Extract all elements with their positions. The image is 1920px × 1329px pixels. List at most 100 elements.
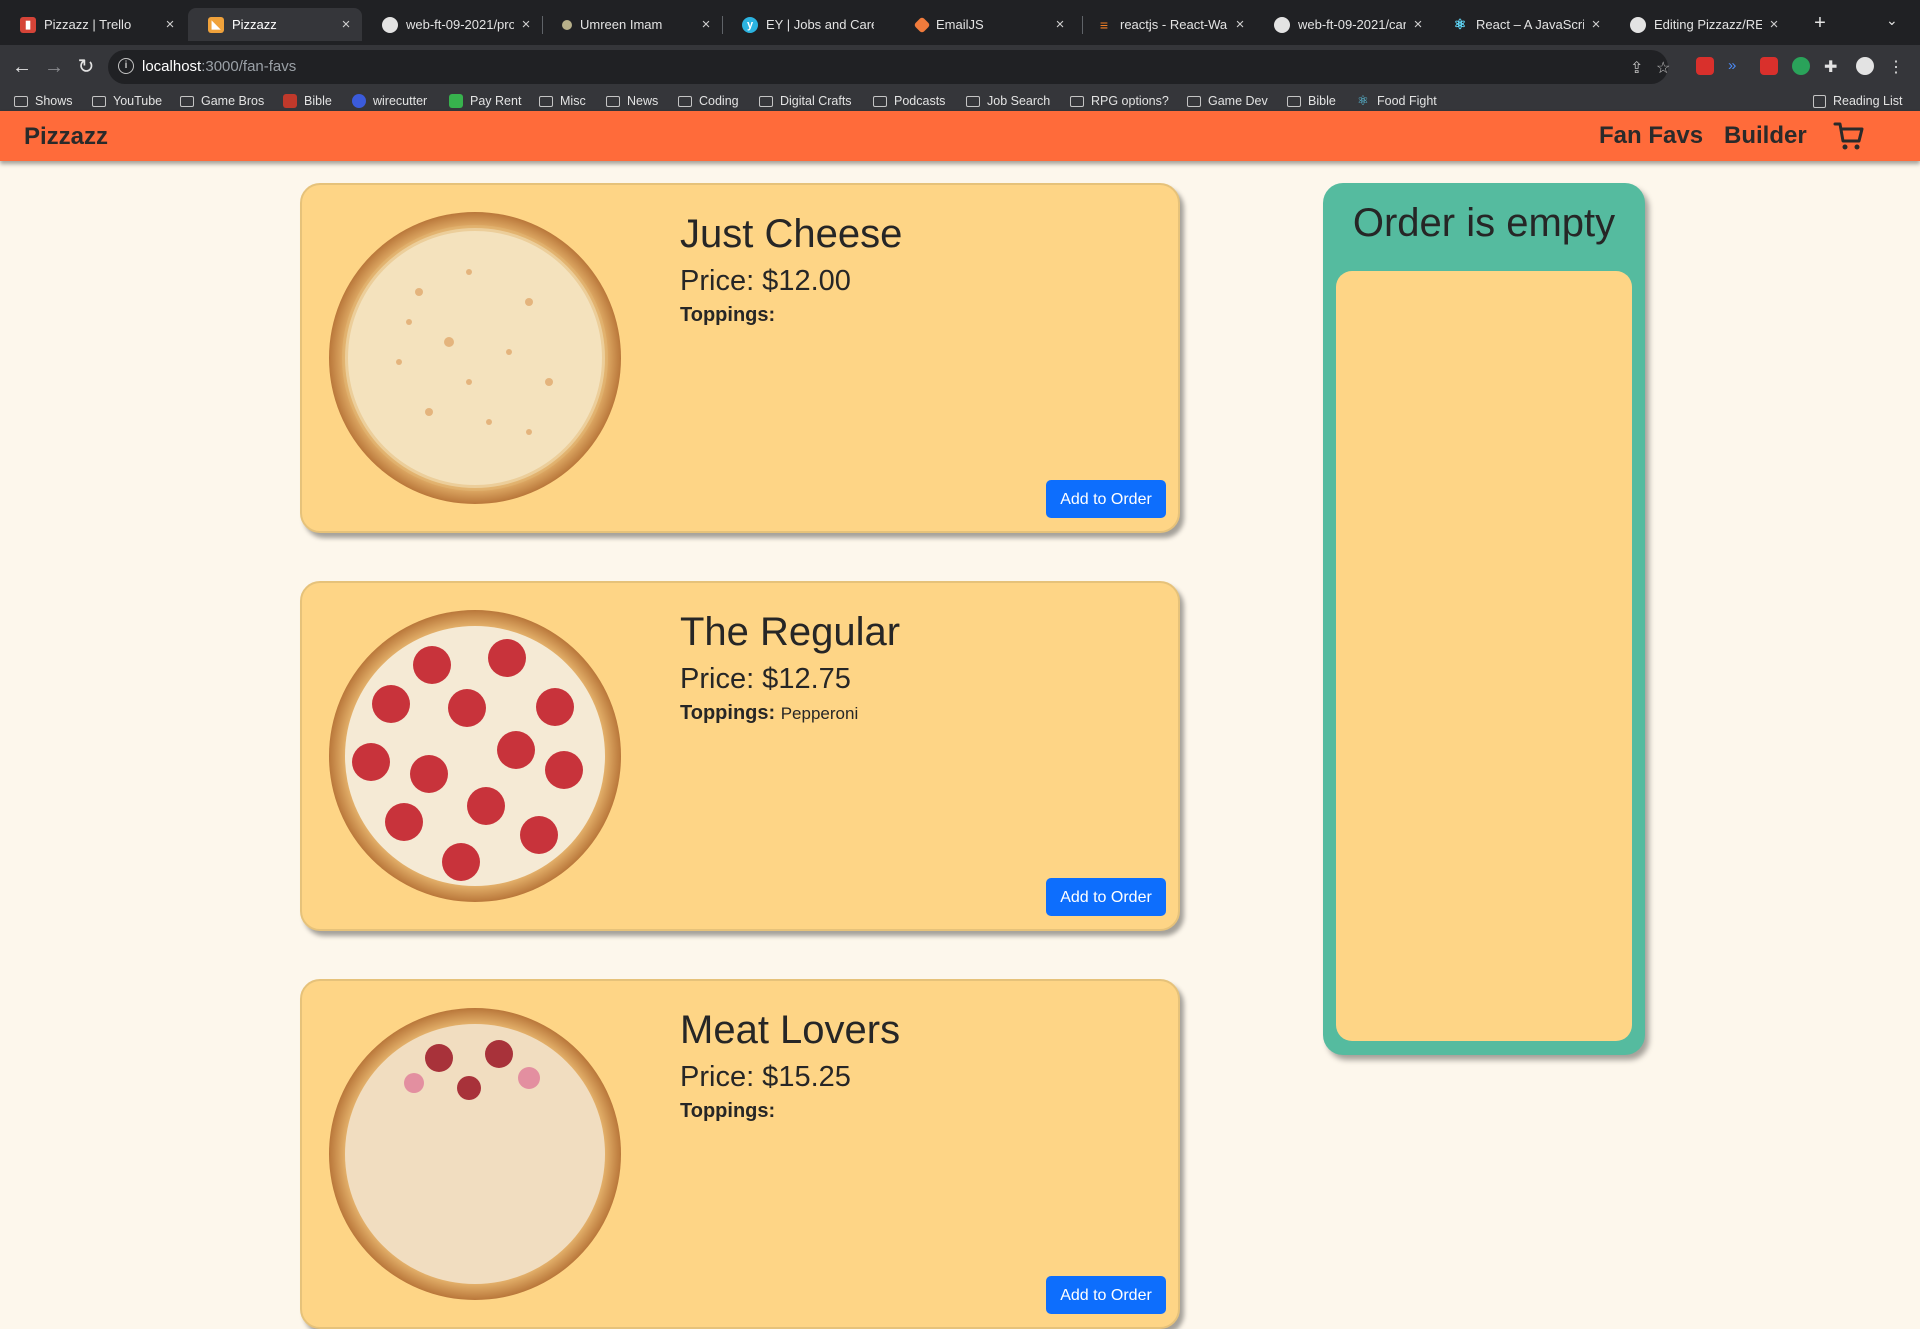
add-to-order-button[interactable]: Add to Order <box>1046 878 1166 916</box>
pizza-card: Meat Lovers Price: $15.25 Toppings: Add … <box>300 979 1180 1329</box>
github-icon <box>1630 16 1646 33</box>
back-icon[interactable]: ← <box>8 53 36 81</box>
site-info-icon[interactable]: i <box>118 58 134 74</box>
bookmark-folder[interactable]: Game Dev <box>1187 89 1268 113</box>
browser-tab[interactable]: Umreen Imam × <box>542 8 722 41</box>
nav-fan-favs[interactable]: Fan Favs <box>1599 122 1703 150</box>
folder-icon <box>92 95 106 107</box>
browser-tab[interactable]: ≡ reactjs - React-Warn × <box>1076 8 1256 41</box>
extension-icon[interactable] <box>1760 57 1778 75</box>
bookmark-folder[interactable]: Job Search <box>966 89 1050 113</box>
stackoverflow-icon: ≡ <box>1099 16 1109 33</box>
address-bar[interactable]: i localhost:3000/fan-favs ⇪ ☆ <box>108 50 1670 84</box>
tab-title: Pizzazz <box>232 17 277 32</box>
close-icon[interactable]: × <box>698 16 714 33</box>
bookmark-folder[interactable]: Podcasts <box>873 89 945 113</box>
extension-icon[interactable]: » <box>1728 57 1746 75</box>
close-icon[interactable]: × <box>1052 16 1068 33</box>
tab-title: EY | Jobs and Caree <box>766 17 874 32</box>
tab-title: EmailJS <box>936 17 984 32</box>
close-icon[interactable]: × <box>338 16 354 33</box>
share-icon[interactable]: ⇪ <box>1630 58 1643 78</box>
browser-tab[interactable]: web-ft-09-2021/car × <box>1254 8 1434 41</box>
pizza-name: Meat Lovers <box>680 1008 901 1052</box>
tab-search-chevron-icon[interactable]: ⌄ <box>1886 12 1898 29</box>
pizza-icon: ◣ <box>208 16 224 33</box>
bookmark-folder[interactable]: Shows <box>14 89 73 113</box>
pizza-price: Price: $12.75 <box>680 663 851 695</box>
bookmark-folder[interactable]: RPG options? <box>1070 89 1169 113</box>
folder-icon <box>966 95 980 107</box>
site-icon <box>562 19 572 30</box>
bookmark-folder[interactable]: Coding <box>678 89 739 113</box>
close-icon[interactable]: × <box>1410 16 1426 33</box>
tab-title: React – A JavaScrip <box>1476 17 1584 32</box>
browser-tab[interactable]: ⚛ React – A JavaScrip × <box>1432 8 1612 41</box>
browser-tab[interactable]: web-ft-09-2021/pro × <box>362 8 542 41</box>
browser-tab[interactable]: Editing Pizzazz/REA × <box>1610 8 1790 41</box>
browser-tab[interactable]: EmailJS × <box>896 8 1076 41</box>
brand-link[interactable]: Pizzazz <box>24 123 108 151</box>
bookmark-folder[interactable]: Game Bros <box>180 89 264 113</box>
bookmark-folder[interactable]: News <box>606 89 658 113</box>
folder-icon <box>678 95 692 107</box>
bookmark-label: Game Dev <box>1208 94 1268 108</box>
profile-avatar-icon[interactable] <box>1856 57 1874 75</box>
close-icon[interactable]: × <box>162 16 178 33</box>
github-icon <box>1274 16 1290 33</box>
folder-icon <box>180 95 194 107</box>
folder-icon <box>759 95 773 107</box>
browser-menu-icon[interactable]: ⋮ <box>1888 57 1906 76</box>
forward-icon[interactable]: → <box>40 53 68 81</box>
extensions-puzzle-icon[interactable]: ✚ <box>1824 57 1842 76</box>
bookmark-label: Misc <box>560 94 586 108</box>
extension-lastpass-icon[interactable] <box>1696 57 1714 75</box>
browser-tab[interactable]: ▮ Pizzazz | Trello × <box>0 8 186 41</box>
bookmark-label: Digital Crafts <box>780 94 852 108</box>
close-icon[interactable]: × <box>1232 16 1248 33</box>
order-panel: Order is empty <box>1323 183 1645 1055</box>
bookmark-label: Job Search <box>987 94 1051 108</box>
wirecutter-icon <box>352 94 366 108</box>
browser-toolbar: ← → ↻ i localhost:3000/fan-favs ⇪ ☆ » ✚ … <box>0 45 1920 89</box>
bookmark-folder[interactable]: Digital Crafts <box>759 89 852 113</box>
close-icon[interactable]: × <box>518 16 534 33</box>
bookmark-folder[interactable]: YouTube <box>92 89 162 113</box>
new-tab-icon[interactable]: + <box>1808 12 1832 35</box>
reload-icon[interactable]: ↻ <box>72 53 100 81</box>
pay-rent-icon <box>449 94 463 108</box>
add-to-order-button[interactable]: Add to Order <box>1046 480 1166 518</box>
add-to-order-button[interactable]: Add to Order <box>1046 1276 1166 1314</box>
bookmark-folder[interactable]: Misc <box>539 89 586 113</box>
folder-icon <box>1287 95 1301 107</box>
bookmark-label: Shows <box>35 94 73 108</box>
bookmark-star-icon[interactable]: ☆ <box>1656 58 1670 78</box>
pizza-price: Price: $12.00 <box>680 265 851 297</box>
bookmark-label: Pay Rent <box>470 94 522 108</box>
browser-tab-active[interactable]: ◣ Pizzazz × <box>188 8 362 41</box>
bookmark-link[interactable]: Pay Rent <box>449 89 521 113</box>
folder-icon <box>539 95 553 107</box>
bookmark-label: Podcasts <box>894 94 946 108</box>
bookmark-label: News <box>627 94 659 108</box>
browser-tab[interactable]: y EY | Jobs and Caree <box>722 8 902 41</box>
bookmark-label: Food Fight <box>1377 94 1437 108</box>
bookmark-link[interactable]: ⚛ Food Fight <box>1356 89 1437 113</box>
tab-title: reactjs - React-Warn <box>1120 17 1228 32</box>
extension-grammarly-icon[interactable] <box>1792 57 1810 75</box>
browser-tab-bar: ▮ Pizzazz | Trello × ◣ Pizzazz × web-ft-… <box>0 0 1920 45</box>
pizza-card: The Regular Price: $12.75 Toppings: Pepp… <box>300 581 1180 931</box>
bookmark-label: YouTube <box>113 94 163 108</box>
nav-builder[interactable]: Builder <box>1724 122 1807 150</box>
cart-icon[interactable] <box>1833 120 1865 152</box>
bookmark-link[interactable]: Bible <box>283 89 332 113</box>
reading-list-button[interactable]: Reading List <box>1813 89 1903 113</box>
bookmark-folder[interactable]: Bible <box>1287 89 1336 113</box>
bookmark-link[interactable]: wirecutter <box>352 89 427 113</box>
close-icon[interactable]: × <box>1588 16 1604 33</box>
tab-title: web-ft-09-2021/car <box>1298 17 1406 32</box>
close-icon[interactable]: × <box>1766 16 1782 33</box>
folder-icon <box>1070 95 1084 107</box>
folder-icon <box>873 95 887 107</box>
react-icon: ⚛ <box>1357 93 1369 108</box>
